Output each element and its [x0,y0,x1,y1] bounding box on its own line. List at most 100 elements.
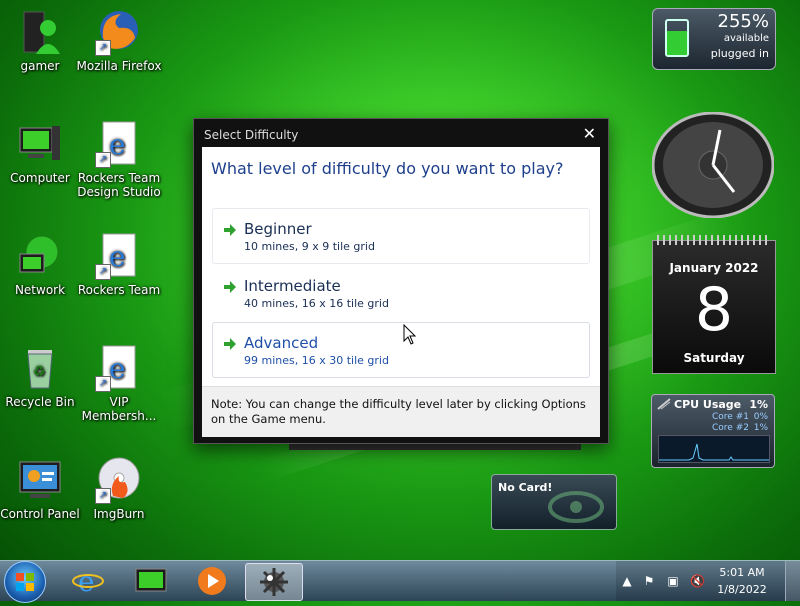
cpu-title: CPU Usage [674,398,742,411]
calendar-gadget[interactable]: January 2022 8 Saturday [652,235,776,374]
dialog-question: What level of difficulty do you want to … [211,159,564,178]
flag-icon[interactable]: ⚑ [642,574,656,588]
dialog-title: Select Difficulty [204,128,299,142]
option-name: Beginner [244,220,312,238]
network-globe-icon [16,232,64,280]
option-desc: 99 mines, 16 x 30 tile grid [244,354,389,367]
monitor-icon [135,568,167,592]
computer-icon [16,120,64,168]
firefox-icon: ↗ [95,8,143,56]
system-tray: ▲ ⚑ ▣ 🔇 5:01 AM 1/8/2022 [616,561,800,601]
taskbar-media-player-button[interactable] [184,563,240,599]
desktop-icon-label: VIP Membersh... [81,395,157,423]
desktop-icon-label: Network [14,283,66,297]
option-intermediate[interactable]: Intermediate 40 mines, 16 x 16 tile grid [212,265,590,321]
ie-document-icon: e ↗ [95,232,143,280]
core1-label: Core #1 [712,412,749,422]
volume-muted-icon[interactable]: 🔇 [690,574,705,588]
dialog-note: Note: You can change the difficulty leve… [202,386,600,437]
shortcut-arrow-icon: ↗ [95,264,111,280]
calendar-rings [657,235,771,245]
core1-value: 0% [753,412,768,422]
taskbar-ie-button[interactable]: e [62,563,118,599]
taskbar-minesweeper-button[interactable] [245,563,303,601]
gpu-gadget[interactable]: No Card! [491,474,617,530]
desktop-icon-recycle-bin[interactable]: ♻ Recycle Bin [0,344,85,409]
arrow-right-icon [224,338,236,350]
option-advanced[interactable]: Advanced 99 mines, 16 x 30 tile grid [212,322,590,378]
taskbar: e ▲ ⚑ ▣ 🔇 5:01 AM 1/8/2022 [0,560,800,603]
taskbar-explorer-button[interactable] [123,563,179,599]
gpu-status: No Card! [498,481,553,494]
desktop-icon-rockers-team[interactable]: e ↗ Rockers Team [74,232,164,297]
battery-status: plugged in [710,47,769,60]
disc-flame-icon: ↗ [95,456,143,504]
desktop-icon-gamer[interactable]: gamer [0,8,85,73]
desktop-icon-computer[interactable]: Computer [0,120,85,185]
arrow-right-icon [224,281,236,293]
show-desktop-button[interactable] [785,561,800,601]
user-icon [16,8,64,56]
option-desc: 40 mines, 16 x 16 tile grid [244,297,389,310]
note-text: Note: You can change the difficulty leve… [211,397,586,426]
ie-document-icon: e ↗ [95,344,143,392]
svg-text:e: e [109,240,126,273]
play-icon [198,567,226,595]
shortcut-arrow-icon: ↗ [95,40,111,56]
show-hidden-icons-icon[interactable]: ▲ [620,574,634,588]
desktop-icon-label: Computer [10,171,70,185]
desktop-icon-vip[interactable]: e ↗ VIP Membersh... [74,344,164,423]
option-name: Intermediate [244,277,341,295]
mouse-cursor-icon [403,324,417,345]
mine-icon [260,568,288,596]
analog-clock-gadget[interactable] [652,112,774,218]
svg-text:♻: ♻ [33,364,46,380]
desktop-icon-imgburn[interactable]: ↗ ImgBurn [74,456,164,521]
battery-percent: 255% [717,11,769,32]
control-panel-icon [16,456,64,504]
desktop-icon-label: Rockers Team Design Studio [77,171,161,199]
calendar-month: January 2022 [669,261,759,275]
cpu-usage-gadget[interactable]: CPU Usage 1% Core #1 0% Core #2 1% [651,394,775,468]
battery-gadget[interactable]: 255% available plugged in [652,8,776,70]
calendar-weekday: Saturday [683,351,745,365]
desktop-icon-label: Rockers Team [77,283,161,297]
recycle-bin-icon: ♻ [16,344,64,392]
arrow-right-icon [224,224,236,236]
tray-time[interactable]: 5:01 AM [712,566,772,579]
ie-document-icon: e ↗ [95,120,143,168]
option-beginner[interactable]: Beginner 10 mines, 9 x 9 tile grid [212,208,590,264]
desktop-icon-label: Control Panel [0,507,80,521]
desktop-icon-rockers-design[interactable]: e ↗ Rockers Team Design Studio [74,120,164,199]
desktop-icon-label: gamer [20,59,60,73]
desktop-icon-label: ImgBurn [93,507,145,521]
shortcut-arrow-icon: ↗ [95,376,111,392]
windows-logo-icon [16,573,34,591]
desktop-icon-label: Mozilla Firefox [76,59,162,73]
dialog-body: What level of difficulty do you want to … [202,147,600,437]
core2-value: 1% [753,423,768,433]
select-difficulty-dialog: Select Difficulty ✕ What level of diffic… [193,118,609,444]
desktop-icon-firefox[interactable]: ↗ Mozilla Firefox [74,8,164,73]
desktop-icon-control-panel[interactable]: Control Panel [0,456,85,521]
svg-text:e: e [109,128,126,161]
shortcut-arrow-icon: ↗ [95,488,111,504]
calendar-day: 8 [694,275,734,345]
tray-date[interactable]: 1/8/2022 [712,583,772,596]
ie-icon: e [72,565,104,598]
desktop-icon-label: Recycle Bin [5,395,75,409]
eye-logo-icon [548,491,604,523]
close-icon[interactable]: ✕ [583,124,596,143]
cpu-chip-icon [657,398,671,410]
core2-label: Core #2 [712,423,749,433]
svg-text:e: e [109,352,126,385]
network-tray-icon[interactable]: ▣ [666,574,680,588]
desktop-icon-network[interactable]: Network [0,232,85,297]
battery-icon [665,19,689,57]
battery-available: available [723,33,769,44]
shortcut-arrow-icon: ↗ [95,152,111,168]
option-desc: 10 mines, 9 x 9 tile grid [244,240,375,253]
start-button[interactable] [4,561,46,603]
svg-text:e: e [78,565,95,598]
option-name: Advanced [244,334,319,352]
